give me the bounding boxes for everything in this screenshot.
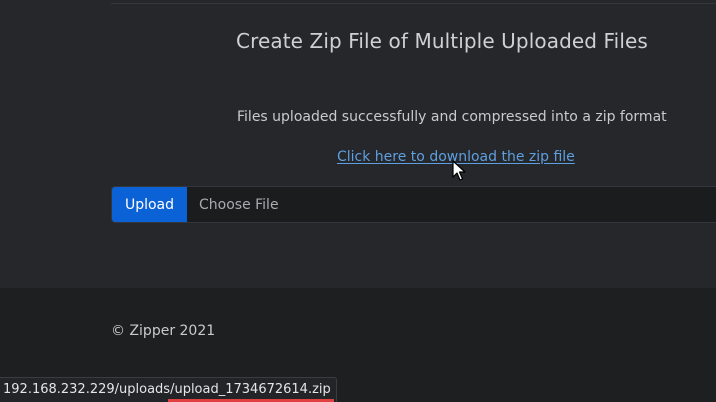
upload-button[interactable]: Upload xyxy=(112,187,187,222)
top-divider xyxy=(111,3,716,4)
upload-form: Upload Choose File xyxy=(111,186,716,223)
page-title: Create Zip File of Multiple Uploaded Fil… xyxy=(236,29,648,53)
main-content: Create Zip File of Multiple Uploaded Fil… xyxy=(0,0,716,288)
arrow-cursor-icon xyxy=(452,160,466,181)
page: Create Zip File of Multiple Uploaded Fil… xyxy=(0,0,716,402)
footer-copyright: © Zipper 2021 xyxy=(111,323,216,339)
file-input[interactable]: Choose File xyxy=(187,187,716,222)
success-message: Files uploaded successfully and compress… xyxy=(237,109,667,125)
